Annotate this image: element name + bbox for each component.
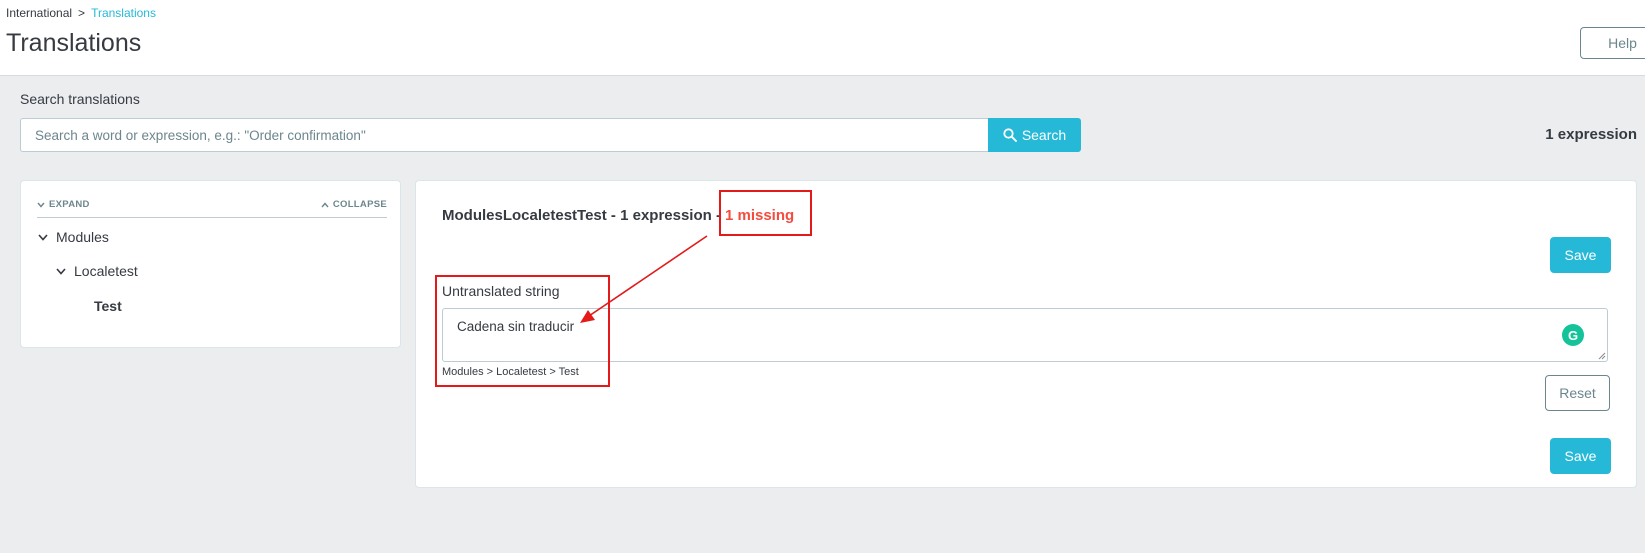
- search-button-label: Search: [1021, 127, 1067, 143]
- tree-item-modules[interactable]: Modules: [38, 229, 109, 245]
- search-icon: [1003, 128, 1017, 142]
- grammarly-icon[interactable]: G: [1562, 324, 1584, 346]
- help-button[interactable]: Help: [1580, 27, 1645, 59]
- grammarly-letter: G: [1567, 327, 1579, 343]
- breadcrumb-current[interactable]: Translations: [91, 6, 156, 20]
- tree-item-localetest[interactable]: Localetest: [56, 263, 138, 279]
- expand-all-button[interactable]: EXPAND: [37, 199, 90, 210]
- expand-label: EXPAND: [49, 199, 90, 210]
- chevron-down-icon: [38, 233, 48, 241]
- page-title: Translations: [6, 29, 142, 57]
- tree-item-label: Localetest: [74, 263, 138, 279]
- save-button-bottom[interactable]: Save: [1550, 438, 1611, 474]
- breadcrumb-separator: >: [78, 6, 86, 20]
- reset-button[interactable]: Reset: [1545, 375, 1610, 411]
- collapse-all-button[interactable]: COLLAPSE: [321, 199, 387, 210]
- expression-count: 1 expression: [1545, 126, 1637, 143]
- annotation-box-field: [435, 275, 610, 387]
- save-button-top[interactable]: Save: [1550, 237, 1611, 273]
- tree-item-label: Test: [94, 298, 122, 314]
- breadcrumb-parent[interactable]: International: [6, 6, 72, 20]
- domain-title-text: ModulesLocaletestTest - 1 expression -: [442, 207, 721, 224]
- chevron-down-icon: [37, 202, 45, 208]
- search-label: Search translations: [20, 91, 140, 107]
- chevron-up-icon: [321, 201, 329, 207]
- tree-toolbar: EXPAND COLLAPSE: [37, 197, 387, 218]
- tree-item-test[interactable]: Test: [94, 298, 122, 314]
- annotation-box-missing: [719, 190, 812, 236]
- search-input[interactable]: [20, 118, 989, 152]
- resize-grip-icon[interactable]: [1598, 352, 1606, 360]
- chevron-down-icon: [56, 267, 66, 275]
- collapse-label: COLLAPSE: [332, 199, 387, 210]
- breadcrumb: International > Translations: [6, 6, 156, 20]
- tree-item-label: Modules: [56, 229, 109, 245]
- page-header: International > Translations Translations …: [0, 0, 1645, 76]
- translation-textarea[interactable]: Cadena sin traducir: [442, 308, 1608, 362]
- search-button[interactable]: Search: [988, 118, 1081, 152]
